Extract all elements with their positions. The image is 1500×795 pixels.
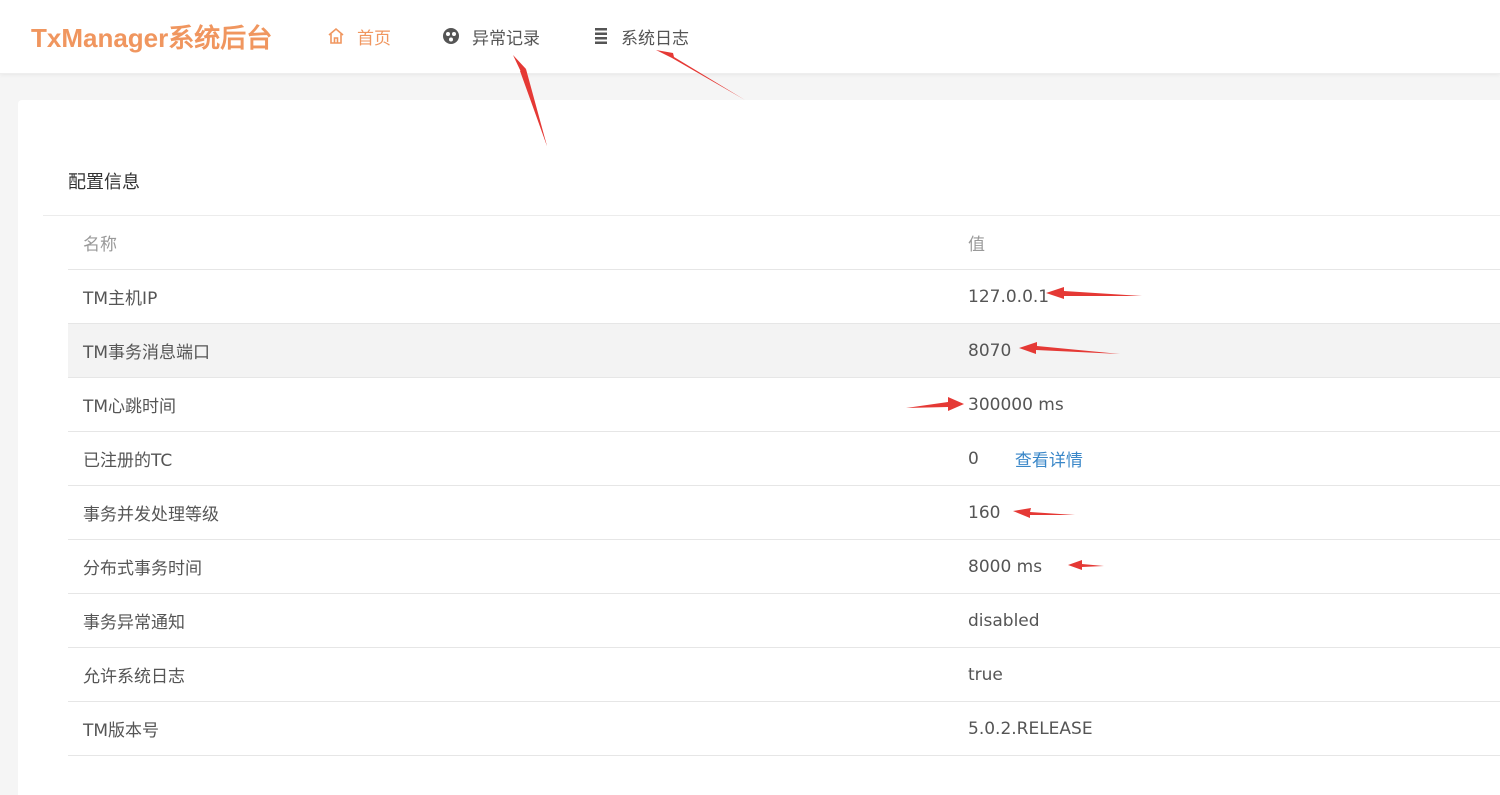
row-value: 8070: [968, 340, 1012, 361]
config-card: 配置信息 名称 值 TM主机IP 127.0.0.1 TM事务消息端口 8070…: [18, 100, 1500, 795]
config-table: 名称 值 TM主机IP 127.0.0.1 TM事务消息端口 8070 TM心跳…: [68, 216, 1500, 756]
nav-exceptions[interactable]: 异常记录: [442, 24, 540, 49]
table-header-row: 名称 值: [68, 216, 1500, 270]
row-value: 160: [968, 502, 1001, 523]
row-name: 允许系统日志: [83, 667, 185, 687]
nav-logs-label: 系统日志: [621, 28, 689, 49]
section-title: 配置信息: [68, 172, 140, 193]
nav-logs[interactable]: 系统日志: [593, 24, 689, 49]
row-value: 0: [968, 448, 979, 469]
column-header-name: 名称: [83, 235, 117, 255]
row-value: 8000 ms: [968, 556, 1043, 577]
table-row: 事务并发处理等级 160: [68, 486, 1500, 540]
top-header: TxManager系统后台 首页 异常记录 系统日志: [0, 0, 1500, 74]
table-row: TM事务消息端口 8070: [68, 324, 1500, 378]
row-value: 5.0.2.RELEASE: [968, 718, 1093, 739]
table-row: 事务异常通知 disabled: [68, 594, 1500, 648]
table-row: 允许系统日志 true: [68, 648, 1500, 702]
row-value: 300000 ms: [968, 394, 1064, 415]
row-name: TM心跳时间: [83, 397, 177, 417]
nav-home-label: 首页: [357, 28, 391, 49]
table-row: TM心跳时间 300000 ms: [68, 378, 1500, 432]
nav-exceptions-label: 异常记录: [472, 28, 540, 49]
row-name: 事务异常通知: [83, 613, 185, 633]
row-name: 已注册的TC: [83, 451, 173, 471]
table-row: 已注册的TC 0 查看详情: [68, 432, 1500, 486]
list-icon: [593, 27, 609, 45]
row-value: true: [968, 664, 1003, 685]
table-row: TM主机IP 127.0.0.1: [68, 270, 1500, 324]
column-header-value: 值: [968, 235, 985, 255]
nav-home[interactable]: 首页: [327, 24, 391, 49]
row-name: TM事务消息端口: [83, 343, 211, 363]
row-value-group: 0 查看详情: [968, 446, 1083, 472]
row-name: 事务并发处理等级: [83, 505, 219, 525]
row-name: TM主机IP: [83, 289, 158, 309]
table-row: 分布式事务时间 8000 ms: [68, 540, 1500, 594]
row-value: 127.0.0.1: [968, 286, 1050, 307]
row-value: disabled: [968, 610, 1040, 631]
table-row: TM版本号 5.0.2.RELEASE: [68, 702, 1500, 756]
view-details-link[interactable]: 查看详情: [1015, 446, 1083, 471]
exception-icon: [442, 27, 460, 45]
row-name: 分布式事务时间: [83, 559, 202, 579]
row-name: TM版本号: [83, 721, 160, 741]
app-logo-title[interactable]: TxManager系统后台: [31, 18, 272, 55]
home-icon: [327, 27, 345, 45]
